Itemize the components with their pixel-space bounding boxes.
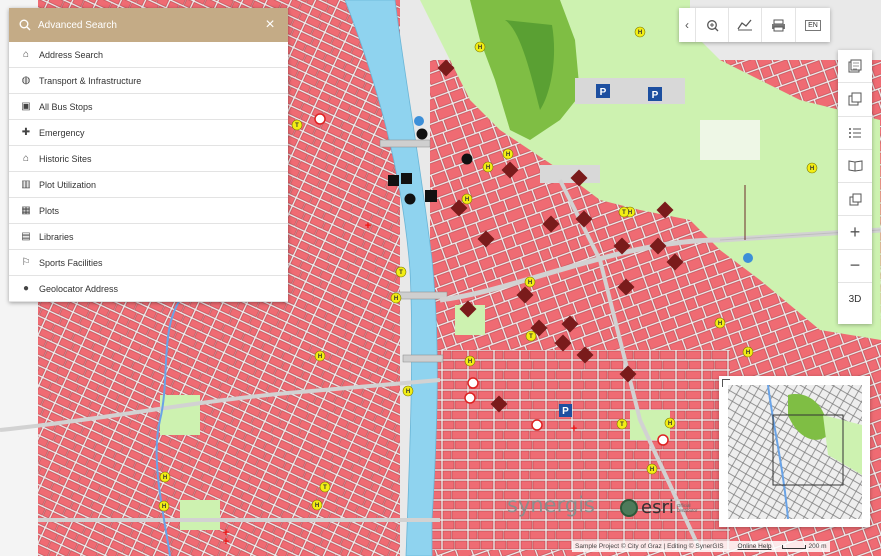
side-toolbar: + − 3D (838, 50, 872, 324)
search-menu-item[interactable]: ▤ Libraries (9, 224, 288, 250)
copy-icon[interactable] (838, 183, 872, 217)
search-menu-item-label: Plot Utilization (39, 179, 97, 190)
overview-map-image (728, 385, 862, 519)
search-menu-item-label: All Bus Stops (39, 101, 93, 112)
svg-text:+: + (223, 536, 229, 548)
search-menu-item-label: Transport & Infrastructure (39, 75, 142, 86)
svg-text:P: P (600, 87, 607, 98)
basemap-icon[interactable] (838, 50, 872, 84)
svg-text:H: H (406, 389, 410, 395)
svg-text:T: T (620, 422, 624, 428)
search-menu-item-label: Emergency (39, 127, 85, 138)
advanced-search-title: Advanced Search (38, 19, 117, 31)
svg-text:+: + (571, 423, 577, 435)
language-button[interactable]: EN (796, 8, 830, 42)
attribution-bar: Sample Project © City of Graz | Editing … (572, 541, 830, 552)
search-menu-item[interactable]: ▣ All Bus Stops (9, 94, 288, 120)
advanced-search-panel: Advanced Search × ⌂ Address Search ◍ Transp… (9, 8, 288, 302)
zoom-icon[interactable] (696, 8, 729, 42)
search-menu-item-label: Libraries (39, 231, 74, 242)
scale-bar: 200 m (781, 543, 827, 550)
svg-text:P: P (562, 406, 569, 417)
bus-icon: ▣ (21, 101, 31, 112)
svg-text:H: H (718, 321, 722, 327)
svg-text:H: H (638, 30, 642, 36)
svg-text:H: H (478, 45, 482, 51)
first-aid-icon: ✚ (21, 127, 31, 138)
esri-logo: esri Official Distributor (620, 497, 707, 518)
search-menu-item[interactable]: ⌂ Address Search (9, 42, 288, 68)
layers-icon[interactable] (838, 83, 872, 117)
search-menu-item-label: Sports Facilities (39, 257, 103, 268)
svg-text:H: H (628, 210, 632, 216)
language-label: EN (805, 19, 821, 31)
svg-text:T: T (323, 485, 327, 491)
svg-text:+: + (365, 220, 371, 232)
svg-text:H: H (506, 152, 510, 158)
books-icon: ▤ (21, 231, 31, 242)
search-menu-item[interactable]: ● Geolocator Address (9, 276, 288, 302)
map-pin-icon: ● (22, 283, 30, 294)
online-help-link[interactable]: Online Help (738, 543, 772, 550)
scale-label: 200 m (808, 543, 827, 550)
svg-text:H: H (650, 467, 654, 473)
esri-tagline: Official Distributor (676, 502, 698, 513)
3d-mode-button[interactable]: 3D (838, 283, 872, 316)
svg-text:H: H (528, 280, 532, 286)
svg-text:P: P (652, 90, 659, 101)
svg-text:H: H (162, 504, 166, 510)
zoom-in-button[interactable]: + (838, 216, 872, 250)
svg-text:T: T (295, 123, 299, 129)
close-icon[interactable]: × (262, 16, 278, 34)
search-menu-item-label: Geolocator Address (39, 283, 119, 294)
advanced-search-header: Advanced Search × (9, 8, 288, 42)
search-icon (19, 19, 31, 31)
book-icon[interactable] (838, 150, 872, 183)
svg-text:H: H (465, 197, 469, 203)
legend-list-icon[interactable] (838, 117, 872, 150)
esri-logo-text: esri (641, 497, 674, 518)
svg-text:H: H (468, 359, 472, 365)
search-menu-item[interactable]: ⚐ Sports Facilities (9, 250, 288, 276)
top-toolbar: ‹ EN (679, 8, 830, 42)
svg-text:H: H (315, 503, 319, 509)
search-menu-item[interactable]: ▥ Plot Utilization (9, 172, 288, 198)
svg-text:H: H (318, 354, 322, 360)
svg-text:H: H (746, 350, 750, 356)
zoom-out-button[interactable]: − (838, 250, 872, 283)
search-menu-item[interactable]: ⌂ Historic Sites (9, 146, 288, 172)
search-menu-item[interactable]: ✚ Emergency (9, 120, 288, 146)
building-icon: ▥ (21, 179, 31, 190)
runner-icon: ⚐ (21, 257, 31, 268)
search-menu-item-label: Address Search (39, 49, 104, 60)
attribution-text: Sample Project © City of Graz | Editing … (575, 543, 724, 550)
chevron-left-icon[interactable]: ‹ (679, 8, 696, 42)
search-menu-item-label: Historic Sites (39, 153, 92, 164)
print-icon[interactable] (762, 8, 796, 42)
measure-icon[interactable] (729, 8, 762, 42)
globe-icon: ◍ (21, 75, 31, 86)
museum-icon: ⌂ (22, 153, 30, 164)
svg-text:T: T (622, 210, 626, 216)
svg-text:H: H (668, 421, 672, 427)
search-menu-item[interactable]: ▦ Plots (9, 198, 288, 224)
home-icon: ⌂ (22, 49, 30, 60)
svg-text:H: H (394, 296, 398, 302)
plots-icon: ▦ (21, 205, 31, 216)
svg-text:H: H (810, 166, 814, 172)
search-menu-item-label: Plots (39, 205, 60, 216)
svg-text:T: T (399, 270, 403, 276)
search-menu: ⌂ Address Search ◍ Transport & Infrastructu… (9, 42, 288, 302)
overview-map[interactable] (719, 376, 870, 527)
synergis-logo: synergis (507, 493, 595, 517)
search-menu-item[interactable]: ◍ Transport & Infrastructure (9, 68, 288, 94)
svg-text:T: T (529, 334, 533, 340)
svg-text:H: H (163, 475, 167, 481)
globe-icon (620, 498, 638, 517)
svg-text:H: H (486, 165, 490, 171)
